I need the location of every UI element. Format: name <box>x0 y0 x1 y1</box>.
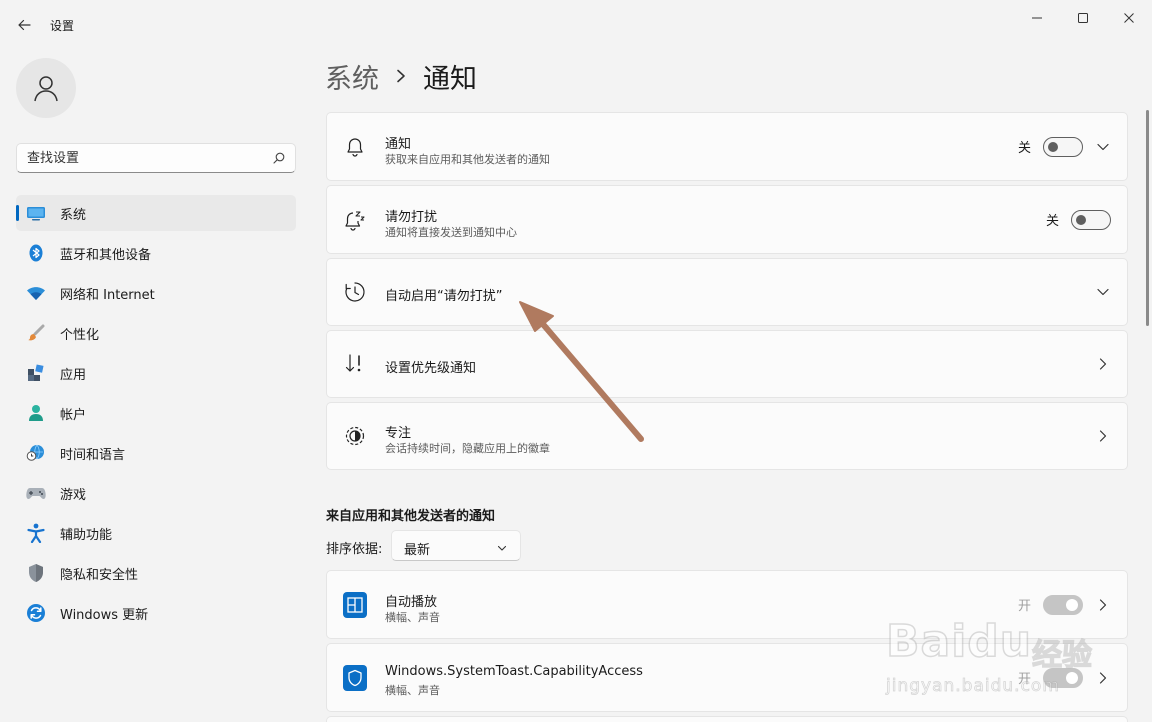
section-title: 来自应用和其他发送者的通知 <box>326 509 496 524</box>
breadcrumb: 系统 通知 <box>325 56 477 96</box>
toggle-state-label: 关 <box>1045 214 1059 229</box>
page-title: 通知 <box>423 63 477 95</box>
scrollbar[interactable] <box>1146 110 1149 326</box>
setting-card-priority-notifications[interactable]: 设置优先级通知 <box>326 330 1128 398</box>
sidebar-item-label: 辅助功能 <box>60 527 113 543</box>
sidebar-item-gaming[interactable]: 游戏 <box>16 475 296 511</box>
sidebar-item-label: 时间和语言 <box>60 447 126 463</box>
minimize-icon <box>1032 17 1042 19</box>
close-icon <box>1124 13 1134 23</box>
watermark-cn: 经验 <box>1031 637 1092 673</box>
back-button[interactable] <box>10 12 38 38</box>
sidebar-item-label: 网络和 Internet <box>60 287 155 303</box>
card-title: 请勿打扰 <box>385 210 438 225</box>
minimize-button[interactable] <box>1014 4 1060 32</box>
sidebar-item-label: 个性化 <box>60 327 100 343</box>
sidebar-item-label: 蓝牙和其他设备 <box>60 247 152 263</box>
card-subtitle: 横幅、声音 <box>385 684 440 697</box>
notifications-toggle-group: 关 <box>1017 136 1083 157</box>
setting-card-do-not-disturb[interactable]: 请勿打扰 通知将直接发送到通知中心 关 <box>326 185 1128 254</box>
sidebar-item-label: 系统 <box>60 207 87 223</box>
user-avatar[interactable] <box>16 58 76 118</box>
close-button[interactable] <box>1106 4 1152 32</box>
brush-icon <box>26 324 46 342</box>
sidebar-item-privacy[interactable]: 隐私和安全性 <box>16 555 296 591</box>
clock-icon <box>343 280 367 304</box>
search-box[interactable] <box>16 143 296 173</box>
update-icon <box>26 604 46 622</box>
maximize-button[interactable] <box>1060 4 1106 32</box>
monitor-icon <box>26 204 46 222</box>
card-subtitle: 会话持续时间，隐藏应用上的徽章 <box>385 442 550 455</box>
autoplay-icon <box>343 591 367 618</box>
chevron-right-icon[interactable] <box>1095 356 1111 372</box>
app-title: 设置 <box>50 19 75 33</box>
chevron-down-icon <box>496 539 508 558</box>
sidebar-item-apps[interactable]: 应用 <box>16 355 296 391</box>
maximize-icon <box>1078 13 1088 23</box>
shield-icon <box>26 564 46 582</box>
card-title: 自动启用“请勿打扰” <box>385 289 503 304</box>
card-subtitle: 获取来自应用和其他发送者的通知 <box>385 153 550 166</box>
bluetooth-icon <box>26 244 46 262</box>
card-subtitle: 横幅、声音 <box>385 611 440 624</box>
search-icon[interactable] <box>273 152 285 164</box>
accessibility-icon <box>26 523 46 543</box>
bell-zzz-icon <box>343 208 367 232</box>
sort-value: 最新 <box>404 543 431 558</box>
setting-card-focus[interactable]: 专注 会话持续时间，隐藏应用上的徽章 <box>326 402 1128 470</box>
setting-card-auto-dnd[interactable]: 自动启用“请勿打扰” <box>326 258 1128 326</box>
notifications-toggle[interactable] <box>1043 136 1083 157</box>
sidebar-item-time-language[interactable]: 时间和语言 <box>16 435 296 471</box>
chevron-right-icon <box>395 69 407 83</box>
person-icon <box>34 76 58 102</box>
focus-icon <box>343 424 367 448</box>
sidebar-item-accounts[interactable]: 帐户 <box>16 395 296 431</box>
gamepad-icon <box>26 484 46 502</box>
sidebar-item-label: 应用 <box>60 367 87 383</box>
wifi-icon <box>26 284 46 302</box>
card-title: Windows.SystemToast.CapabilityAccess <box>385 664 643 679</box>
back-arrow-icon <box>18 19 31 31</box>
sidebar-item-bluetooth[interactable]: 蓝牙和其他设备 <box>16 235 296 271</box>
setting-card-notifications[interactable]: 通知 获取来自应用和其他发送者的通知 关 <box>326 112 1128 181</box>
sidebar-item-label: Windows 更新 <box>60 607 149 623</box>
sort-dropdown[interactable]: 最新 <box>391 530 521 561</box>
person-icon <box>26 404 46 422</box>
card-subtitle: 通知将直接发送到通知中心 <box>385 226 517 239</box>
sidebar-nav: 系统 蓝牙和其他设备 网络和 Internet 个性化 应用 帐户 时间和语言 … <box>16 195 296 635</box>
breadcrumb-parent[interactable]: 系统 <box>325 57 379 96</box>
sidebar-item-network[interactable]: 网络和 Internet <box>16 275 296 311</box>
sort-label: 排序依据: <box>326 542 383 557</box>
search-input[interactable] <box>27 144 267 172</box>
chevron-down-icon[interactable] <box>1095 284 1111 300</box>
card-title: 通知 <box>385 137 412 152</box>
toggle-state-label: 关 <box>1017 141 1031 156</box>
app-notification-card-partial <box>326 716 1128 722</box>
globe-clock-icon <box>26 444 46 462</box>
sidebar-item-label: 游戏 <box>60 487 87 503</box>
sidebar-item-label: 帐户 <box>60 407 87 423</box>
sidebar-item-personalization[interactable]: 个性化 <box>16 315 296 351</box>
sidebar-item-label: 隐私和安全性 <box>60 567 139 583</box>
sidebar-item-windows-update[interactable]: Windows 更新 <box>16 595 296 631</box>
card-title: 设置优先级通知 <box>385 361 477 376</box>
sidebar-item-system[interactable]: 系统 <box>16 195 296 231</box>
card-title: 专注 <box>385 426 412 441</box>
shield-app-icon <box>343 664 367 691</box>
title-bar: 设置 <box>0 0 1152 48</box>
sort-arrows-icon <box>343 352 367 376</box>
dnd-toggle[interactable] <box>1071 209 1111 230</box>
watermark-logo: Baidu <box>885 615 1033 668</box>
watermark: Baidu 经验 jingyan.baidu.com <box>882 594 1102 704</box>
dnd-toggle-group: 关 <box>1045 209 1111 230</box>
sidebar-item-accessibility[interactable]: 辅助功能 <box>16 515 296 551</box>
card-title: 自动播放 <box>385 595 438 610</box>
chevron-right-icon[interactable] <box>1095 428 1111 444</box>
watermark-url: jingyan.baidu.com <box>886 676 1060 697</box>
chevron-down-icon[interactable] <box>1095 139 1111 155</box>
apps-icon <box>26 364 46 382</box>
bell-icon <box>343 135 367 159</box>
